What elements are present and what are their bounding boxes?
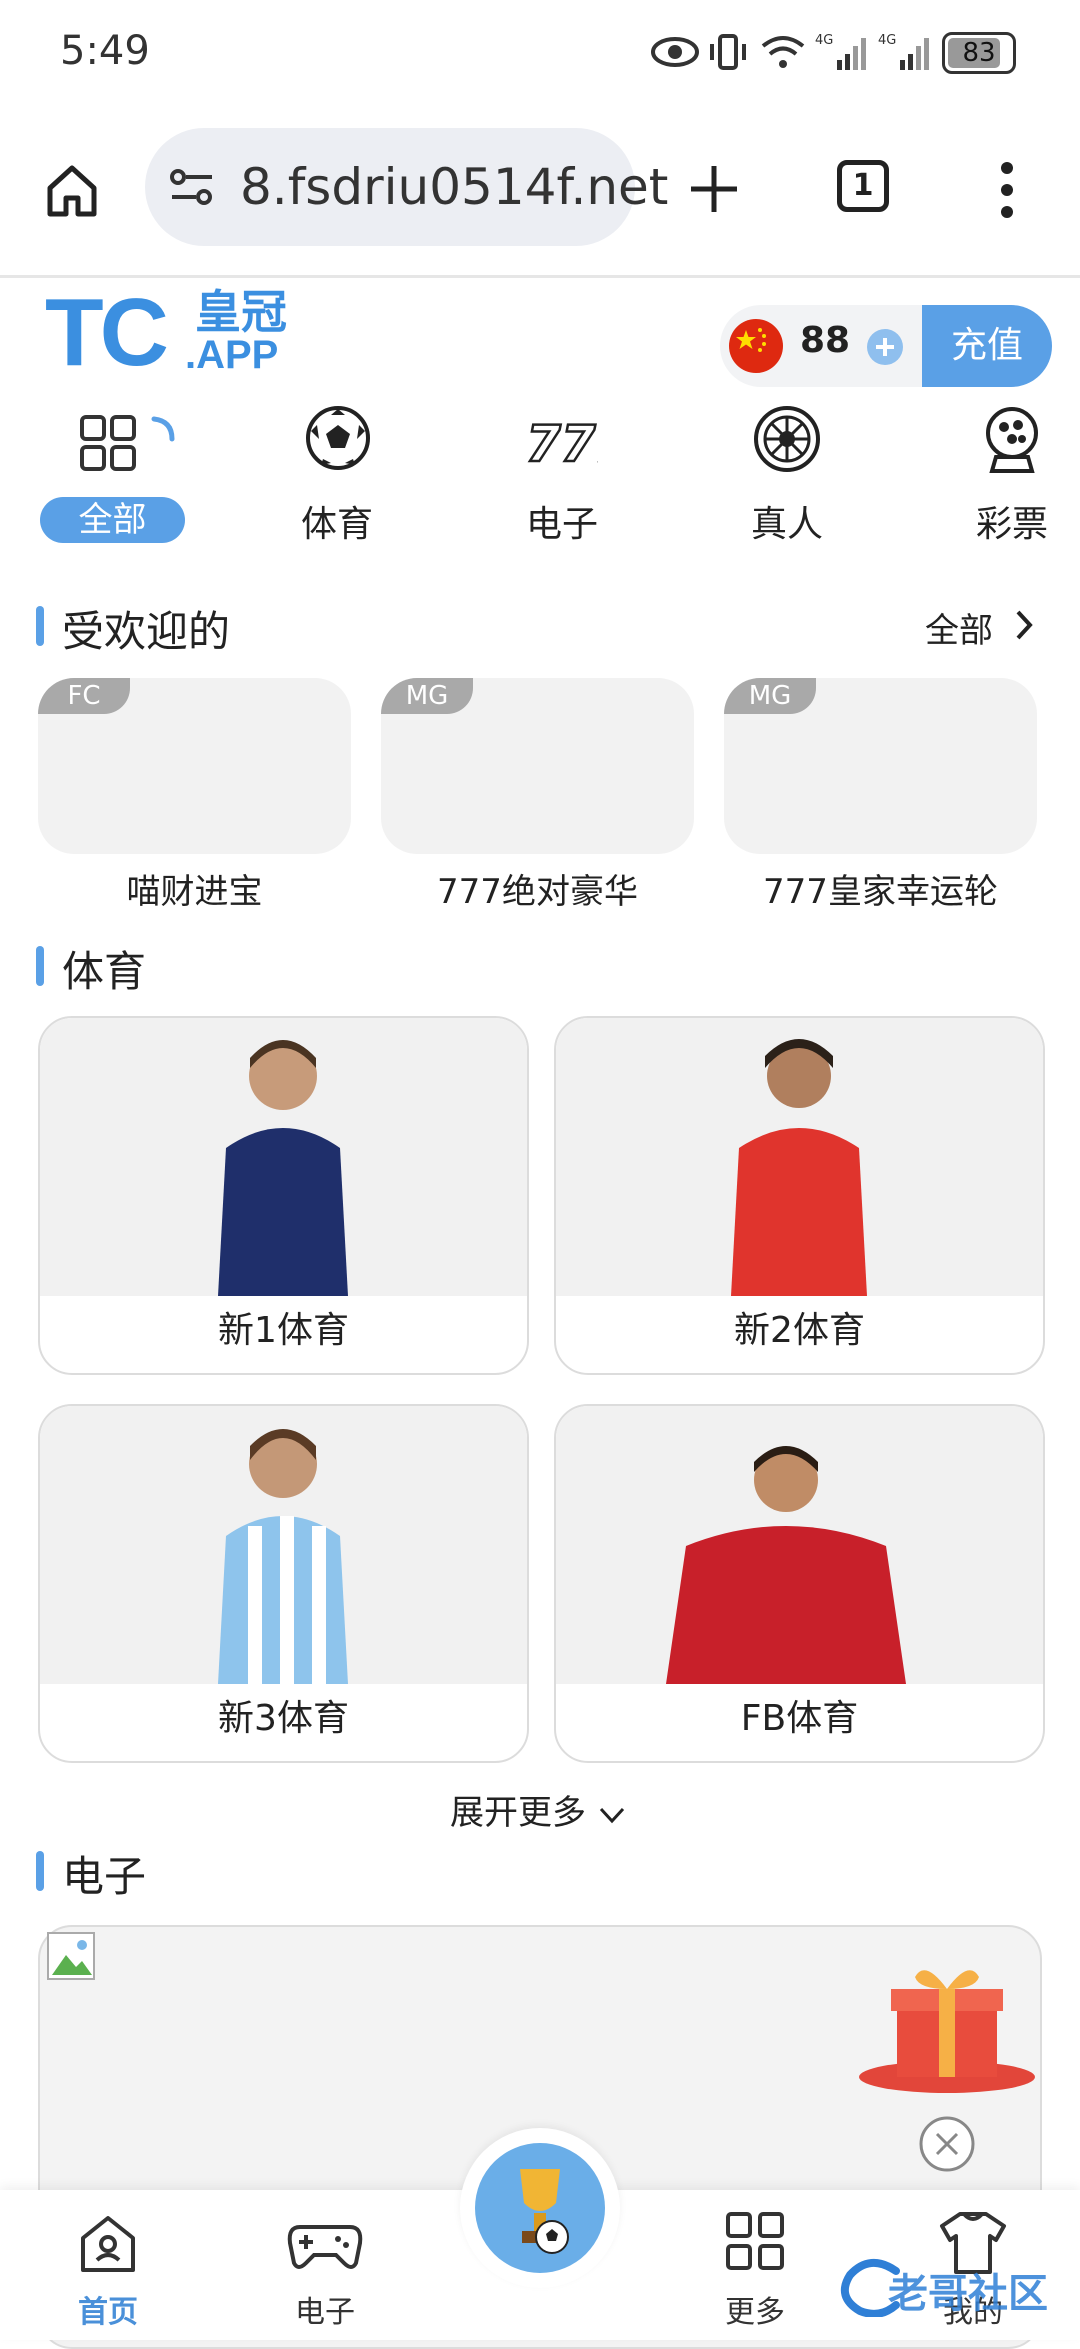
- close-icon[interactable]: [918, 2115, 976, 2173]
- provider-tag: MG: [724, 678, 816, 714]
- site-settings-icon[interactable]: [168, 165, 218, 209]
- nav-label: 电子: [295, 2295, 355, 2330]
- chevron-down-icon: [599, 1807, 624, 1823]
- chevron-right-icon[interactable]: [1012, 608, 1036, 642]
- new-tab-icon[interactable]: [685, 160, 743, 218]
- grid-icon: [726, 2212, 784, 2270]
- grid-icon: [80, 415, 136, 471]
- popular-card[interactable]: FC: [38, 678, 351, 854]
- popular-game-name[interactable]: 喵财进宝: [38, 864, 351, 913]
- section-marker: [36, 946, 44, 986]
- status-bar: 5:49 4G 4G 83: [0, 0, 1080, 110]
- sport-card-name: FB体育: [740, 1698, 859, 1739]
- eye-icon: [651, 37, 699, 67]
- provider-tag: FC: [38, 678, 130, 714]
- logo-sub1: 皇冠: [195, 285, 287, 339]
- nav-center-circle[interactable]: [475, 2143, 605, 2273]
- recharge-button[interactable]: 充值: [922, 305, 1052, 387]
- soccer-ball-icon: [306, 406, 370, 470]
- sport-card[interactable]: 新3体育: [38, 1404, 529, 1763]
- signal-4g-2-icon: 4G: [878, 33, 929, 70]
- popular-game-name[interactable]: 777绝对豪华: [381, 864, 694, 913]
- category-label: 电子: [525, 504, 598, 545]
- watermark: 老哥社区: [840, 2255, 1070, 2319]
- sport-card[interactable]: FB体育: [554, 1404, 1045, 1763]
- logo-main: TC: [45, 279, 169, 386]
- category-label: 体育: [300, 504, 373, 545]
- vibrate-icon: [710, 34, 746, 70]
- electronic-title: 电子: [62, 1852, 147, 1901]
- sport-card[interactable]: 新2体育: [554, 1016, 1045, 1375]
- status-time: 5:49: [60, 28, 150, 74]
- logo-sub2: .APP: [185, 333, 279, 377]
- battery-icon: 83: [942, 32, 1016, 74]
- svg-text:777: 777: [526, 415, 598, 469]
- more-menu-icon[interactable]: [995, 158, 1019, 222]
- sport-card-name: 新1体育: [218, 1310, 349, 1351]
- category-all-label[interactable]: 全部: [40, 497, 185, 543]
- sport-card-image: [556, 1406, 1043, 1684]
- nav-label: 首页: [78, 2295, 138, 2330]
- sport-card-name: 新2体育: [734, 1310, 865, 1351]
- sport-card[interactable]: 新1体育: [38, 1016, 529, 1375]
- player-figure: [731, 1039, 867, 1296]
- home-icon[interactable]: [42, 160, 102, 220]
- player-figure: [666, 1446, 906, 1684]
- svg-text:4G: 4G: [815, 33, 833, 48]
- category-label: 彩票: [975, 504, 1048, 545]
- roulette-icon: [754, 406, 820, 472]
- signal-4g-icon: 4G: [815, 33, 866, 70]
- home-icon: [81, 2216, 135, 2272]
- china-flag-icon: [729, 319, 783, 373]
- url-text[interactable]: 8.fsdriu0514f.net: [240, 158, 668, 216]
- nav-label: 更多: [725, 2295, 785, 2330]
- expand-more-link[interactable]: 展开更多: [450, 1785, 627, 1834]
- sport-card-image: [40, 1406, 527, 1684]
- player-figure: [218, 1429, 348, 1684]
- popular-card[interactable]: MG: [381, 678, 694, 854]
- popular-all-link[interactable]: 全部: [925, 603, 993, 652]
- add-balance-icon[interactable]: [866, 328, 904, 366]
- sport-card-name: 新3体育: [218, 1698, 349, 1739]
- tab-count: 1: [852, 168, 874, 203]
- provider-tag: MG: [381, 678, 473, 714]
- battery-level: 83: [962, 38, 996, 68]
- trophy-icon: [520, 2169, 569, 2254]
- gamepad-icon: [287, 2225, 363, 2269]
- slot-777-icon: 777: [526, 414, 598, 469]
- wifi-icon: [761, 36, 805, 68]
- popular-title: 受欢迎的: [62, 607, 231, 656]
- tab-switcher-button[interactable]: 1: [837, 160, 889, 212]
- broken-image-icon: [47, 1932, 95, 1980]
- category-label: 真人: [750, 504, 823, 545]
- loading-arc-icon: [151, 416, 175, 442]
- popular-game-name[interactable]: 777皇家幸运轮: [724, 864, 1037, 913]
- player-figure: [218, 1040, 348, 1296]
- popular-card[interactable]: MG: [724, 678, 1037, 854]
- section-marker: [36, 606, 44, 646]
- lottery-ball-icon: [986, 407, 1038, 473]
- site-logo[interactable]: TC 皇冠 .APP: [45, 285, 305, 385]
- sports-title: 体育: [62, 947, 147, 996]
- gift-icon[interactable]: [855, 1955, 1040, 2095]
- watermark-text: 老哥社区: [888, 2271, 1048, 2317]
- balance-amount: 88: [800, 320, 851, 361]
- sport-card-image: [40, 1018, 527, 1296]
- sport-card-image: [556, 1018, 1043, 1296]
- section-marker: [36, 1851, 44, 1891]
- expand-more-label: 展开更多: [450, 1793, 586, 1833]
- svg-text:4G: 4G: [878, 33, 896, 48]
